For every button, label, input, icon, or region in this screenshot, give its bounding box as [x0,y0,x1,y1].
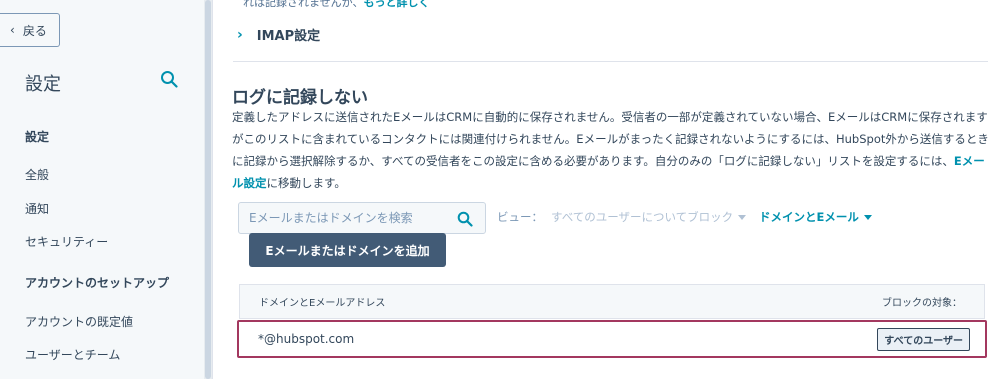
truncated-help-text-body: れは記録されませんか、 [243,0,364,9]
column-header-address[interactable]: ドメインとEメールアドレス [259,294,385,309]
sidebar-item-account-defaults[interactable]: アカウントの既定値 [25,313,133,330]
search-icon[interactable] [160,70,178,88]
add-email-domain-button[interactable]: Eメールまたはドメインを追加 [249,233,446,267]
chevron-right-icon: › [237,26,243,43]
table-row[interactable]: *@hubspot.com すべてのユーザー [237,320,987,358]
imap-settings-label: IMAP設定 [256,29,321,44]
settings-sidebar: ‹ 戻る 設定 設定 全般 通知 セキュリティー アカウントのセットアップ アカ… [0,0,204,379]
description-text-end: に移動します。 [266,176,346,190]
truncated-help-text: れは記録されませんか、もっと詳しく [243,0,429,10]
sidebar-item-notifications[interactable]: 通知 [25,200,49,217]
back-button-label: 戻る [22,23,47,38]
search-icon[interactable] [457,211,473,227]
imap-settings-toggle[interactable]: › IMAP設定 [237,25,321,45]
learn-more-link[interactable]: もっと詳しく [363,0,429,9]
search-input[interactable] [249,211,449,225]
column-header-target[interactable]: ブロックの対象： [882,294,962,309]
main-content: れは記録されませんか、もっと詳しく › IMAP設定 ログに記録しない 定義した… [213,0,1000,379]
section-title: ログに記録しない [232,88,368,108]
sidebar-scroll-thumb[interactable] [205,0,211,379]
back-button[interactable]: ‹ 戻る [0,13,60,47]
description-text: 定義したアドレスに送信されたEメールはCRMに自動的に保存されません。受信者の一… [232,110,989,168]
sidebar-item-general[interactable]: 全般 [25,166,49,183]
sidebar-title: 設定 [25,74,61,95]
section-description: 定義したアドレスに送信されたEメールはCRMに自動的に保存されません。受信者の一… [232,106,992,194]
sidebar-item-security[interactable]: セキュリティー [25,233,108,250]
caret-down-icon [863,215,872,220]
caret-down-icon [738,215,747,220]
domain-email-filter-label: ドメインとEメール [759,210,859,224]
sidebar-section-account-setup: アカウントのセットアップ [25,276,170,290]
section-divider [233,61,988,62]
search-field [238,202,486,234]
sidebar-item-users-teams[interactable]: ユーザーとチーム [25,346,120,363]
domain-email-filter[interactable]: ドメインとEメール [759,209,872,225]
blocked-users-filter[interactable]: すべてのユーザーについてブロック [551,209,747,225]
view-label: ビュー： [497,210,543,224]
blocked-list-table: ドメインとEメールアドレス ブロックの対象： *@hubspot.com すべて… [237,284,987,358]
sidebar-section-settings: 設定 [25,130,50,144]
row-address: *@hubspot.com [258,332,355,346]
status-badge: すべてのユーザー [877,327,970,351]
blocked-users-filter-label: すべてのユーザーについてブロック [551,210,734,224]
chevron-left-icon: ‹ [10,23,15,37]
table-header: ドメインとEメールアドレス ブロックの対象： [239,284,985,319]
